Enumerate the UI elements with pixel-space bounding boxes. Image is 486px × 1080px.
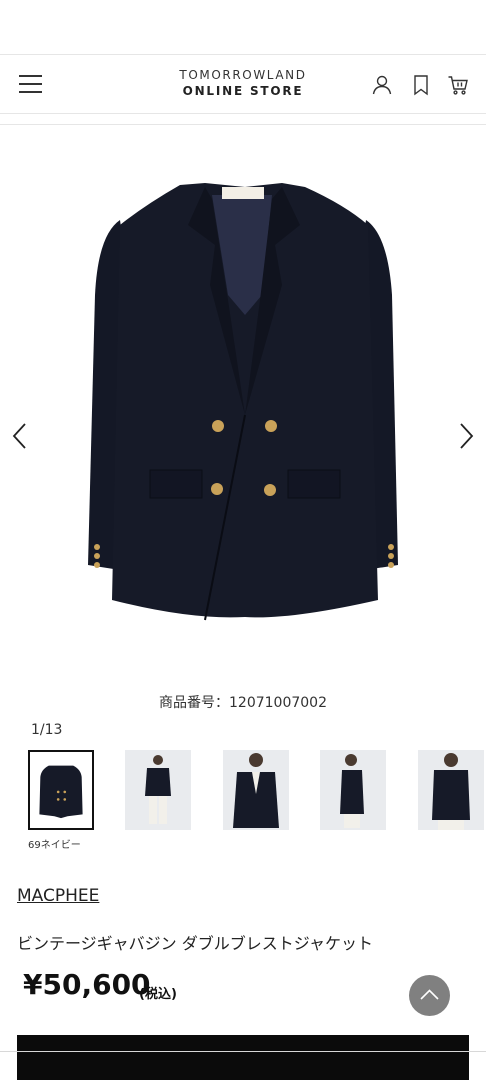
cart-icon[interactable] <box>446 73 470 97</box>
chevron-left-icon[interactable] <box>10 421 30 451</box>
add-to-cart-button[interactable] <box>17 1035 469 1080</box>
product-image-gallery[interactable] <box>0 125 486 680</box>
brand-link[interactable]: MACPHEE <box>17 886 99 906</box>
product-name: ビンテージギャバジン ダブルブレストジャケット <box>17 934 373 953</box>
gallery-pager: 1/13 <box>31 722 63 738</box>
scroll-to-top-button[interactable] <box>409 975 450 1016</box>
user-icon[interactable] <box>370 73 394 97</box>
bookmark-icon[interactable] <box>409 73 433 97</box>
thumbnail-5[interactable] <box>418 750 484 830</box>
product-code: 商品番号：12071007002 <box>159 695 327 711</box>
product-main-image <box>0 125 486 680</box>
site-header: TOMORROWLAND ONLINE STORE <box>0 54 486 114</box>
thumbnail-3[interactable] <box>223 750 289 830</box>
product-price: ¥50,600 <box>23 968 151 1001</box>
thumbnail-4[interactable] <box>320 750 386 830</box>
chevron-up-icon <box>420 989 439 1000</box>
bottom-divider <box>0 1051 486 1052</box>
color-label: 69ネイビー <box>28 840 81 851</box>
thumbnail-1[interactable] <box>28 750 94 830</box>
chevron-right-icon[interactable] <box>456 421 476 451</box>
status-bar-area <box>0 0 486 54</box>
thumbnail-2[interactable] <box>125 750 191 830</box>
tax-note: (税込) <box>139 987 177 1002</box>
thumbnail-strip[interactable] <box>28 750 486 832</box>
